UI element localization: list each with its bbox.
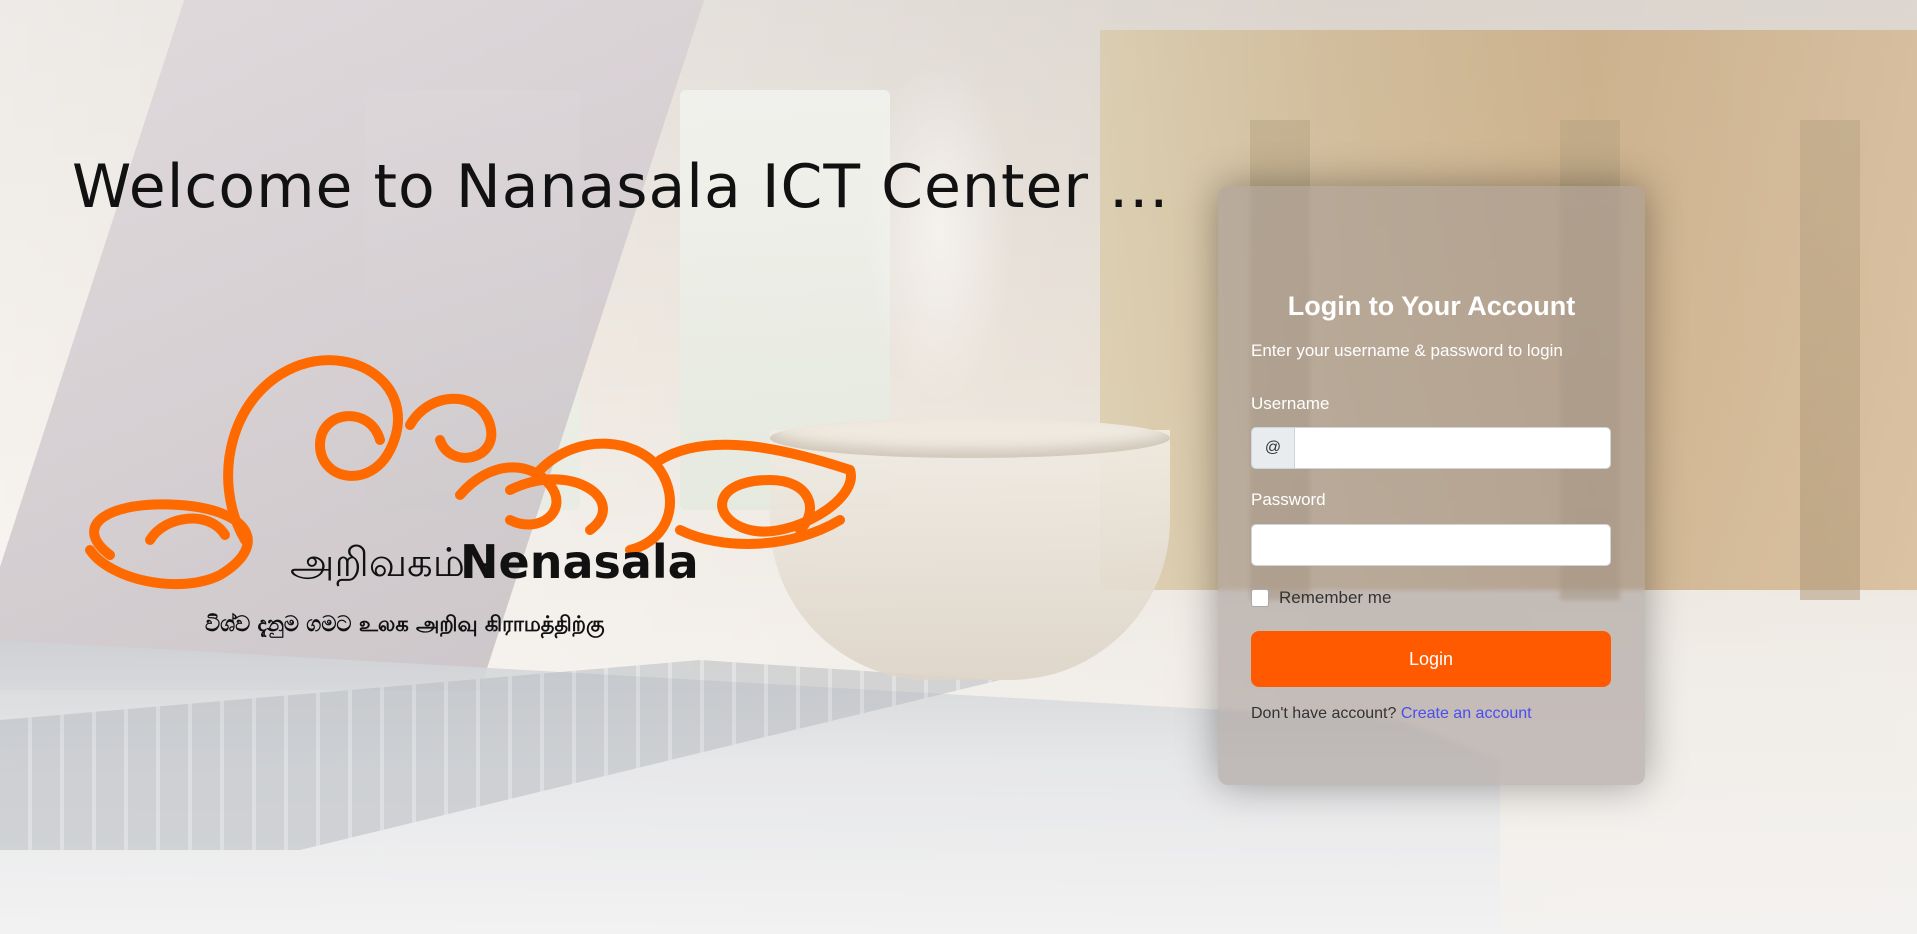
login-card: Login to Your Account Enter your usernam… (1218, 186, 1645, 785)
page: Welcome to Nanasala ICT Center ... அறிவக… (0, 0, 1917, 934)
welcome-heading: Welcome to Nanasala ICT Center ... (72, 152, 1170, 222)
remember-me[interactable]: Remember me (1251, 588, 1391, 608)
username-label: Username (1251, 394, 1330, 413)
signup-prompt-text: Don't have account? (1251, 705, 1397, 722)
username-input[interactable] (1294, 427, 1611, 469)
login-subtitle: Enter your username & password to login (1251, 341, 1563, 360)
logo-brand-name: Nenasala (460, 535, 699, 589)
remember-me-checkbox[interactable] (1251, 589, 1269, 607)
nenasala-script-logo-icon (85, 355, 856, 590)
background-window-bar (1800, 120, 1860, 600)
signup-prompt: Don't have account? Create an account (1251, 705, 1532, 723)
login-button[interactable]: Login (1251, 631, 1611, 687)
coffee-steam (860, 40, 1020, 420)
nenasala-logo: அறிவகம் - Nenasala විශ්ව දැනුම ගමට உலக அ… (70, 350, 860, 650)
password-label: Password (1251, 490, 1326, 509)
password-input[interactable] (1251, 524, 1611, 566)
login-title: Login to Your Account (1287, 291, 1576, 321)
remember-me-label[interactable]: Remember me (1279, 588, 1391, 608)
create-account-link[interactable]: Create an account (1401, 705, 1532, 722)
username-input-group: @ (1251, 427, 1611, 469)
logo-tagline: විශ්ව දැනුම ගමට உலக அறிவு கிராமத்திற்கு (205, 612, 605, 636)
at-icon: @ (1251, 427, 1294, 469)
